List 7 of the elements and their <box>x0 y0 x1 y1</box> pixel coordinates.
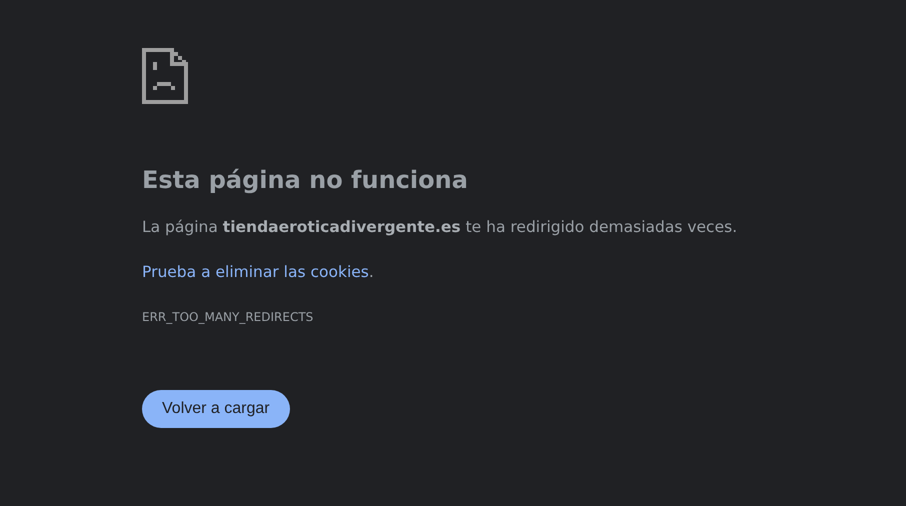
sad-page-icon <box>142 48 188 104</box>
page-heading: Esta página no funciona <box>142 166 469 195</box>
error-message: La página tiendaeroticadivergente.es te ha redirigido demasiadas veces. <box>142 216 738 237</box>
clear-cookies-link[interactable]: Prueba a eliminar las cookies <box>142 262 369 281</box>
reload-button[interactable]: Volver a cargar <box>142 390 290 428</box>
error-code: ERR_TOO_MANY_REDIRECTS <box>142 309 314 326</box>
suggestion-text: Prueba a eliminar las cookies. <box>142 262 375 282</box>
